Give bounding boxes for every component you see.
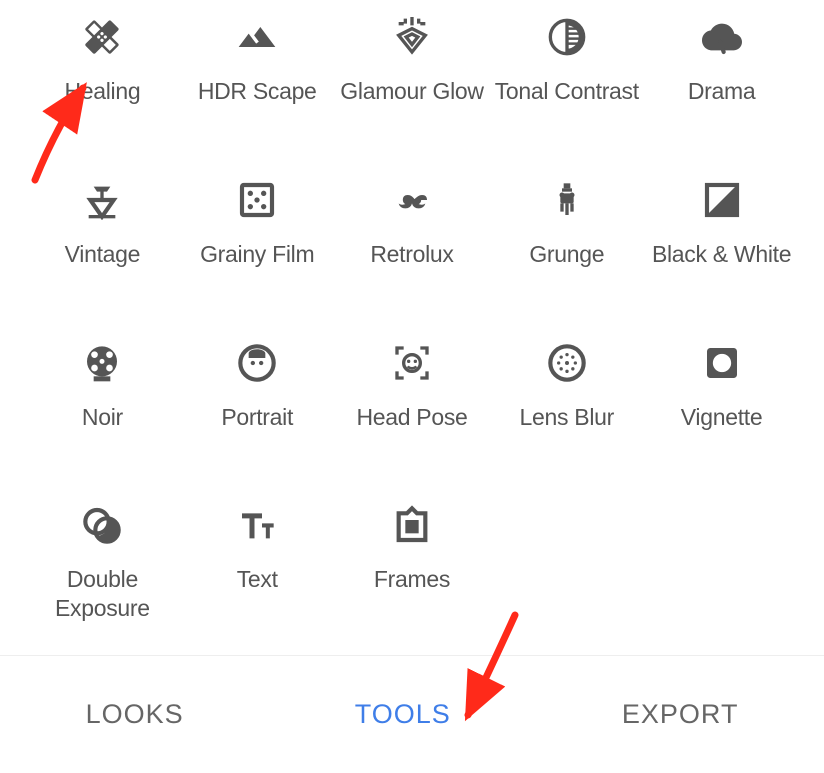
tool-label: Portrait [221, 403, 293, 432]
tool-hdr-scape[interactable]: HDR Scape [185, 15, 330, 138]
tool-vintage[interactable]: Vintage [30, 178, 175, 301]
tool-label: Head Pose [356, 403, 467, 432]
vignette-icon [700, 341, 744, 385]
vintage-icon [80, 178, 124, 222]
tool-label: Lens Blur [520, 403, 614, 432]
tools-grid: Healing HDR Scape Glamour Glow Tonal Con… [0, 0, 824, 655]
tool-lens-blur[interactable]: Lens Blur [494, 341, 639, 464]
tool-label: Frames [374, 565, 450, 594]
noir-icon [80, 341, 124, 385]
tool-grunge[interactable]: Grunge [494, 178, 639, 301]
tool-text[interactable]: Text [185, 503, 330, 655]
tool-label: Tonal Contrast [495, 77, 639, 106]
drama-icon [700, 15, 744, 59]
tool-retrolux[interactable]: Retrolux [340, 178, 485, 301]
tool-label: Healing [64, 77, 140, 106]
tool-drama[interactable]: Drama [649, 15, 794, 138]
tab-export[interactable]: EXPORT [622, 699, 739, 730]
grainy-film-icon [235, 178, 279, 222]
tool-tonal-contrast[interactable]: Tonal Contrast [494, 15, 639, 138]
tool-grainy-film[interactable]: Grainy Film [185, 178, 330, 301]
tool-portrait[interactable]: Portrait [185, 341, 330, 464]
tool-head-pose[interactable]: Head Pose [340, 341, 485, 464]
tool-label: Drama [688, 77, 756, 106]
double-exposure-icon [80, 503, 124, 547]
glamour-glow-icon [390, 15, 434, 59]
tool-double-exposure[interactable]: Double Exposure [30, 503, 175, 655]
tool-label: Retrolux [370, 240, 453, 269]
frames-icon [390, 503, 434, 547]
tool-healing[interactable]: Healing [30, 15, 175, 138]
tool-label: Noir [82, 403, 123, 432]
tool-label: HDR Scape [198, 77, 317, 106]
head-pose-icon [390, 341, 434, 385]
tool-glamour-glow[interactable]: Glamour Glow [340, 15, 485, 138]
landscape-icon [235, 15, 279, 59]
black-white-icon [700, 178, 744, 222]
retrolux-icon [390, 178, 434, 222]
tab-looks[interactable]: LOOKS [86, 699, 184, 730]
tab-tools[interactable]: TOOLS [355, 699, 451, 730]
lens-blur-icon [545, 341, 589, 385]
tool-label: Vintage [65, 240, 141, 269]
healing-icon [80, 15, 124, 59]
tool-label: Text [237, 565, 278, 594]
tool-frames[interactable]: Frames [340, 503, 485, 655]
tool-label: Glamour Glow [340, 77, 483, 106]
tonal-contrast-icon [545, 15, 589, 59]
tool-noir[interactable]: Noir [30, 341, 175, 464]
tool-vignette[interactable]: Vignette [649, 341, 794, 464]
tool-label: Black & White [652, 240, 791, 269]
tool-label: Vignette [681, 403, 763, 432]
portrait-icon [235, 341, 279, 385]
tool-label: Double Exposure [30, 565, 175, 623]
tool-label: Grunge [529, 240, 604, 269]
bottom-tab-bar: LOOKS TOOLS EXPORT [0, 655, 824, 773]
tool-label: Grainy Film [200, 240, 314, 269]
grunge-icon [545, 178, 589, 222]
tool-black-white[interactable]: Black & White [649, 178, 794, 301]
text-icon [235, 503, 279, 547]
